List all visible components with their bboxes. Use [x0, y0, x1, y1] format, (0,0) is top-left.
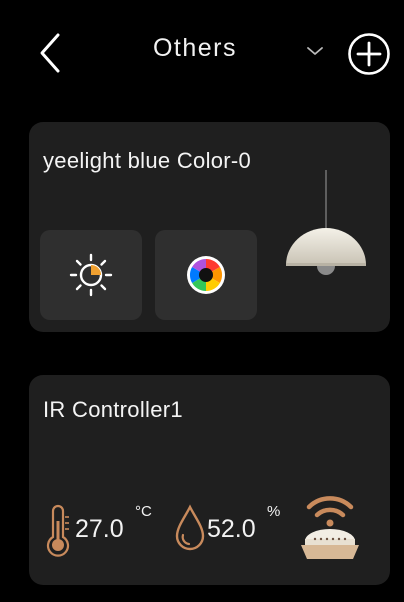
temperature-value: 27.0: [75, 515, 124, 543]
color-button[interactable]: [155, 230, 257, 320]
brightness-button[interactable]: [40, 230, 142, 320]
water-drop-icon: [175, 504, 205, 551]
chevron-down-icon: [307, 47, 323, 55]
pendant-lamp-icon: [286, 170, 366, 275]
humidity-value: 52.0: [207, 515, 256, 543]
humidity-unit: %: [267, 503, 281, 520]
brightness-icon: [69, 253, 113, 297]
plus-circle-icon: [348, 33, 390, 75]
color-wheel-icon: [187, 256, 225, 294]
header: Others: [0, 0, 404, 100]
device-card-yeelight[interactable]: yeelight blue Color-0: [29, 122, 390, 332]
others-screen: Others yeelight blue Color-0 IR Controll…: [0, 0, 404, 602]
add-device-button[interactable]: [347, 32, 391, 76]
back-button[interactable]: [36, 32, 70, 74]
ir-controller-icon: [301, 496, 359, 559]
device-card-ir-controller[interactable]: IR Controller1 27.0 °C 52.0 %: [29, 375, 390, 585]
room-dropdown-button[interactable]: [306, 44, 324, 56]
page-title: Others: [152, 34, 238, 62]
thermometer-icon: [46, 504, 70, 557]
chevron-left-icon: [40, 33, 60, 73]
temperature-unit: °C: [135, 503, 152, 520]
device-name: yeelight blue Color-0: [43, 148, 252, 173]
device-name: IR Controller1: [43, 397, 183, 422]
